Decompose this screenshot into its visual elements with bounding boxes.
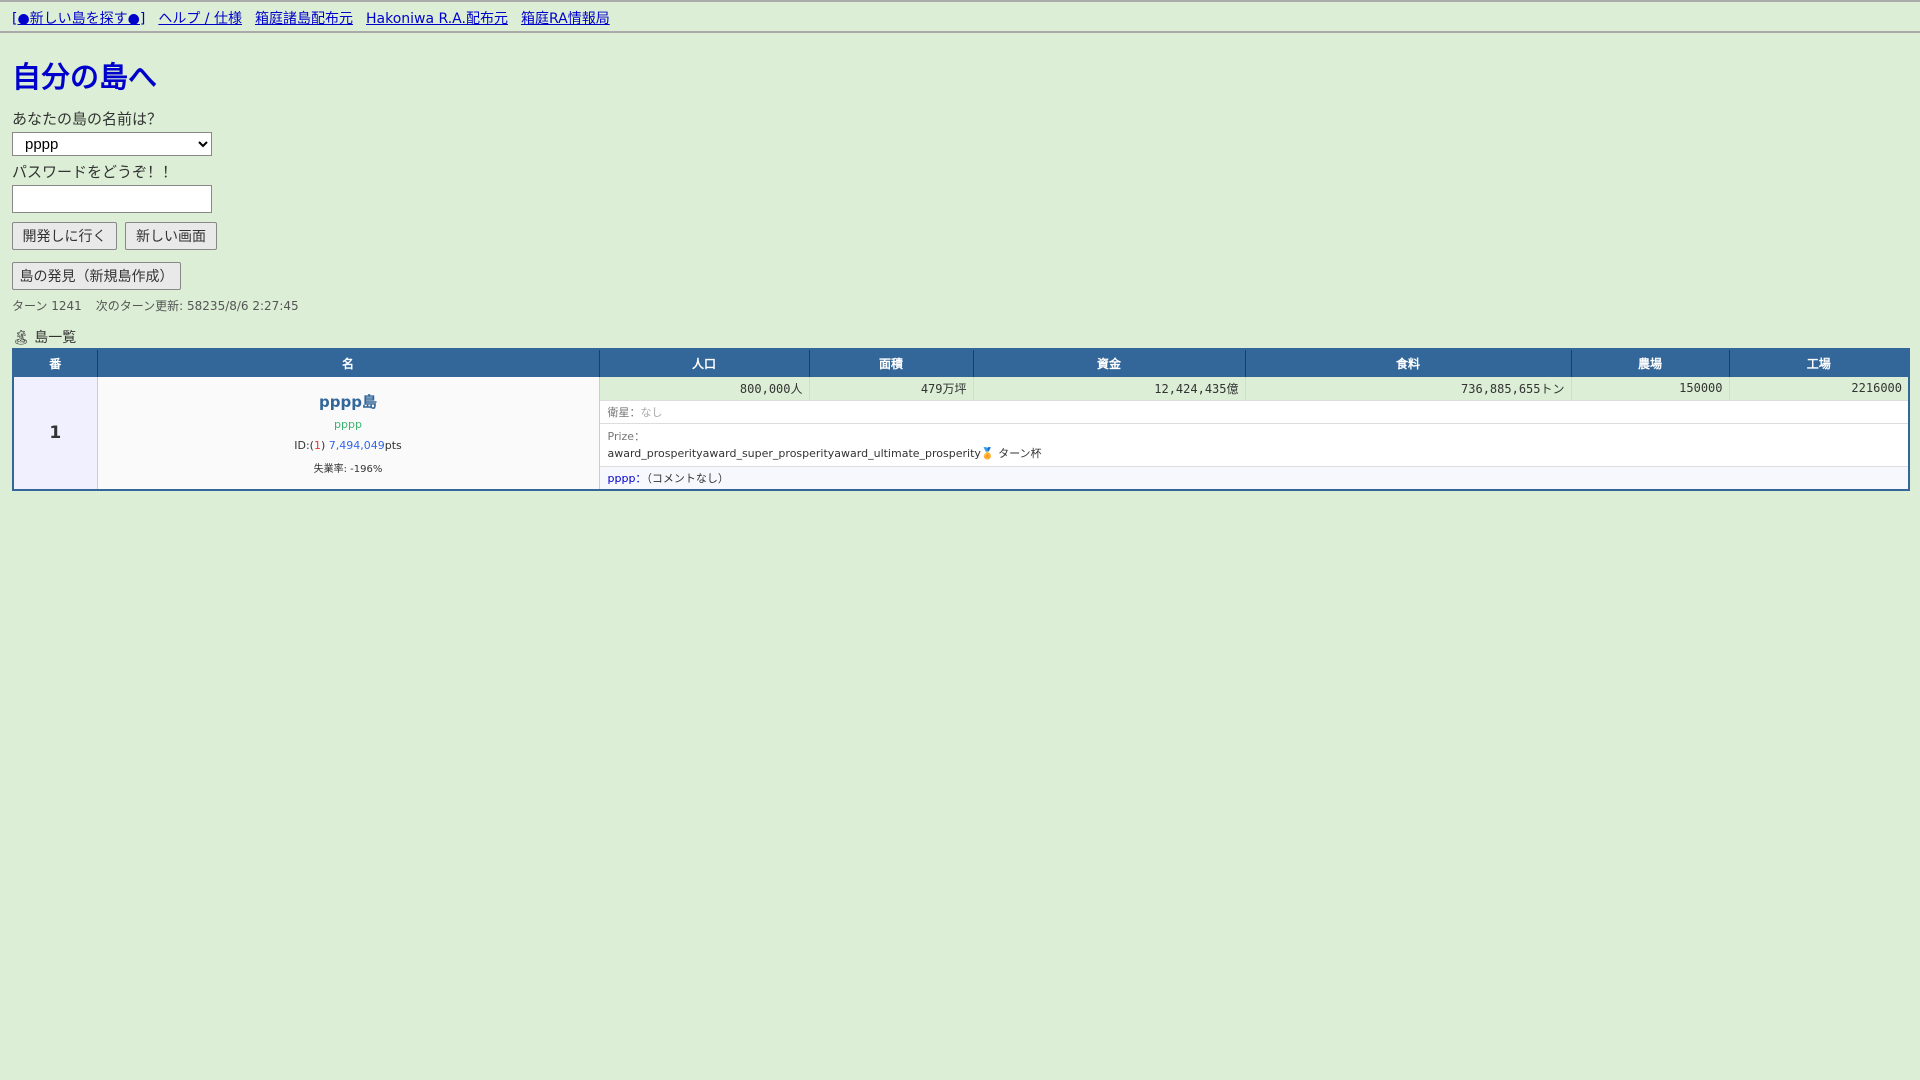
header-rank: 番 <box>13 349 98 377</box>
header-population: 人口 <box>599 349 810 377</box>
page-title: 自分の島へ <box>12 60 158 94</box>
owner-name: pppp <box>334 417 362 431</box>
header-area: 面積 <box>809 349 974 377</box>
new-window-button[interactable]: 新しい画面 <box>125 222 217 250</box>
password-label: パスワードをどうぞ！！ <box>12 163 178 181</box>
island-table: 番 名 人口 面積 資金 食料 農場 工場 1 pppp島 pppp ID:(1… <box>12 348 1910 491</box>
header-food: 食料 <box>1245 349 1572 377</box>
island-id-points: ID:(1) 7,494,049pts <box>98 439 599 452</box>
nav-help[interactable]: ヘルプ / 仕様 <box>158 11 242 27</box>
nav-find-island[interactable]: [●新しい島を探す●] <box>12 11 145 27</box>
pts-unit: pts <box>384 438 402 452</box>
table-row: 1 pppp島 pppp ID:(1) 7,494,049pts 失業率: -1… <box>13 377 1910 490</box>
island-select[interactable]: pppp <box>12 132 212 156</box>
rank-cell: 1 <box>13 377 98 490</box>
turn-status: ターン 1241 次のターン更新: 58235/8/6 2:27:45 <box>12 297 313 314</box>
comment-row: pppp：（コメントなし） <box>599 466 1909 490</box>
go-develop-button[interactable]: 開発しに行く <box>12 222 117 250</box>
farm: 150000 <box>1571 377 1730 401</box>
satellite-value: なし <box>640 405 663 419</box>
area: 479万坪 <box>809 377 974 401</box>
satellite-label: 衛星： <box>607 405 641 419</box>
top-nav: [●新しい島を探す●] ヘルプ / 仕様 箱庭諸島配布元 Hakoniwa R.A.配… <box>0 0 1920 33</box>
island-icon: 🏝 <box>12 330 30 346</box>
island-list-label: 島一覧 <box>34 330 77 346</box>
prize-row: Prize： award_prosperityaward_super_prospe… <box>599 423 1909 467</box>
island-id: 1 <box>313 438 321 452</box>
island-name-label: あなたの島の名前は？ <box>12 110 163 128</box>
factory: 2216000 <box>1729 377 1910 401</box>
id-prefix: ID:( <box>294 438 314 452</box>
id-suffix: ) <box>320 438 329 452</box>
population: 800,000人 <box>599 377 810 401</box>
nav-hakoniwa-ra-dist[interactable]: Hakoniwa R.A.配布元 <box>366 11 508 27</box>
table-header: 番 名 人口 面積 資金 食料 農場 工場 <box>13 349 1910 377</box>
turn-number: ターン 1241 <box>12 299 82 313</box>
next-update: 次のターン更新: 58235/8/6 2:27:45 <box>95 299 299 313</box>
comment-text: （コメントなし） <box>646 471 729 485</box>
unemployment: 失業率: -196% <box>313 463 383 475</box>
island-name-link[interactable]: pppp島 <box>98 391 599 412</box>
prize-label: Prize： <box>607 429 646 443</box>
points: 7,494,049 <box>328 438 385 452</box>
food: 736,885,655トン <box>1245 377 1572 401</box>
header-name: 名 <box>97 349 600 377</box>
satellite-row: 衛星：なし <box>599 400 1909 424</box>
prize-value: award_prosperityaward_super_prosperityaw… <box>607 446 981 460</box>
header-funds: 資金 <box>973 349 1246 377</box>
password-input[interactable] <box>12 185 212 213</box>
funds: 12,424,435億 <box>973 377 1246 401</box>
comment-owner: pppp： <box>607 471 647 485</box>
header-farm: 農場 <box>1571 349 1730 377</box>
discover-island-button[interactable]: 島の発見（新規島作成） <box>12 262 181 290</box>
island-list-title: 🏝 島一覧 <box>12 327 76 347</box>
medal-icon: 🏅 <box>980 446 995 460</box>
turn-cup: ターン杯 <box>998 446 1042 460</box>
nav-ra-info[interactable]: 箱庭RA情報局 <box>521 11 610 27</box>
name-cell: pppp島 pppp ID:(1) 7,494,049pts 失業率: -196… <box>97 377 600 490</box>
nav-hakoniwa-dist[interactable]: 箱庭諸島配布元 <box>255 11 353 27</box>
header-factory: 工場 <box>1729 349 1910 377</box>
